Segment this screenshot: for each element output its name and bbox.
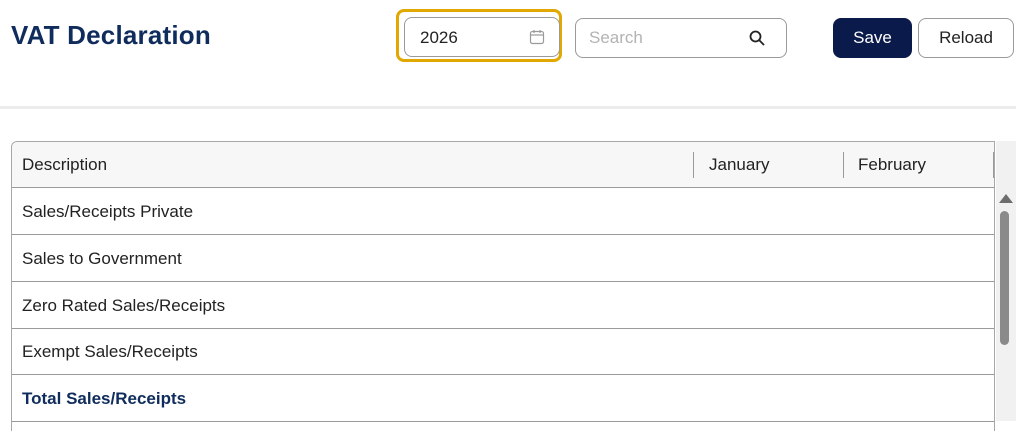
header-divider <box>0 106 1016 109</box>
search-box[interactable] <box>575 18 787 58</box>
table-row[interactable]: Sales to Government <box>12 235 994 282</box>
search-icon[interactable] <box>748 29 766 47</box>
column-header-february[interactable]: February <box>858 155 926 175</box>
row-label: Zero Rated Sales/Receipts <box>22 296 226 315</box>
search-input[interactable] <box>589 28 739 48</box>
table-row[interactable]: Zero Rated Sales/Receipts <box>12 282 994 329</box>
grid-header: Description January February <box>12 142 994 188</box>
calendar-icon[interactable] <box>529 29 545 45</box>
column-resize-handle[interactable] <box>693 152 694 178</box>
row-label: Exempt Sales/Receipts <box>22 342 198 361</box>
page-title: VAT Declaration <box>11 20 211 50</box>
column-resize-handle[interactable] <box>843 152 844 178</box>
vat-grid: Description January February Sales/Recei… <box>11 141 995 431</box>
year-value: 2026 <box>420 28 458 47</box>
row-label: Sales/Receipts Private <box>22 202 194 221</box>
column-header-january[interactable]: January <box>709 155 769 175</box>
reload-button[interactable]: Reload <box>918 18 1014 58</box>
column-resize-handle[interactable] <box>993 152 994 178</box>
scroll-up-arrow-icon[interactable] <box>999 194 1013 203</box>
table-row[interactable]: Sales/Receipts Private <box>12 188 994 235</box>
table-row-total[interactable]: Total Sales/Receipts <box>12 375 994 422</box>
save-button[interactable]: Save <box>833 18 912 58</box>
scrollbar-thumb[interactable] <box>1000 211 1009 345</box>
row-label-total: Total Sales/Receipts <box>22 389 187 408</box>
vertical-scrollbar[interactable] <box>996 141 1016 421</box>
year-picker[interactable]: 2026 <box>404 17 560 57</box>
row-label: Sales to Government <box>22 249 182 268</box>
column-header-description[interactable]: Description <box>22 155 107 175</box>
table-row[interactable]: Exempt Sales/Receipts <box>12 328 994 375</box>
